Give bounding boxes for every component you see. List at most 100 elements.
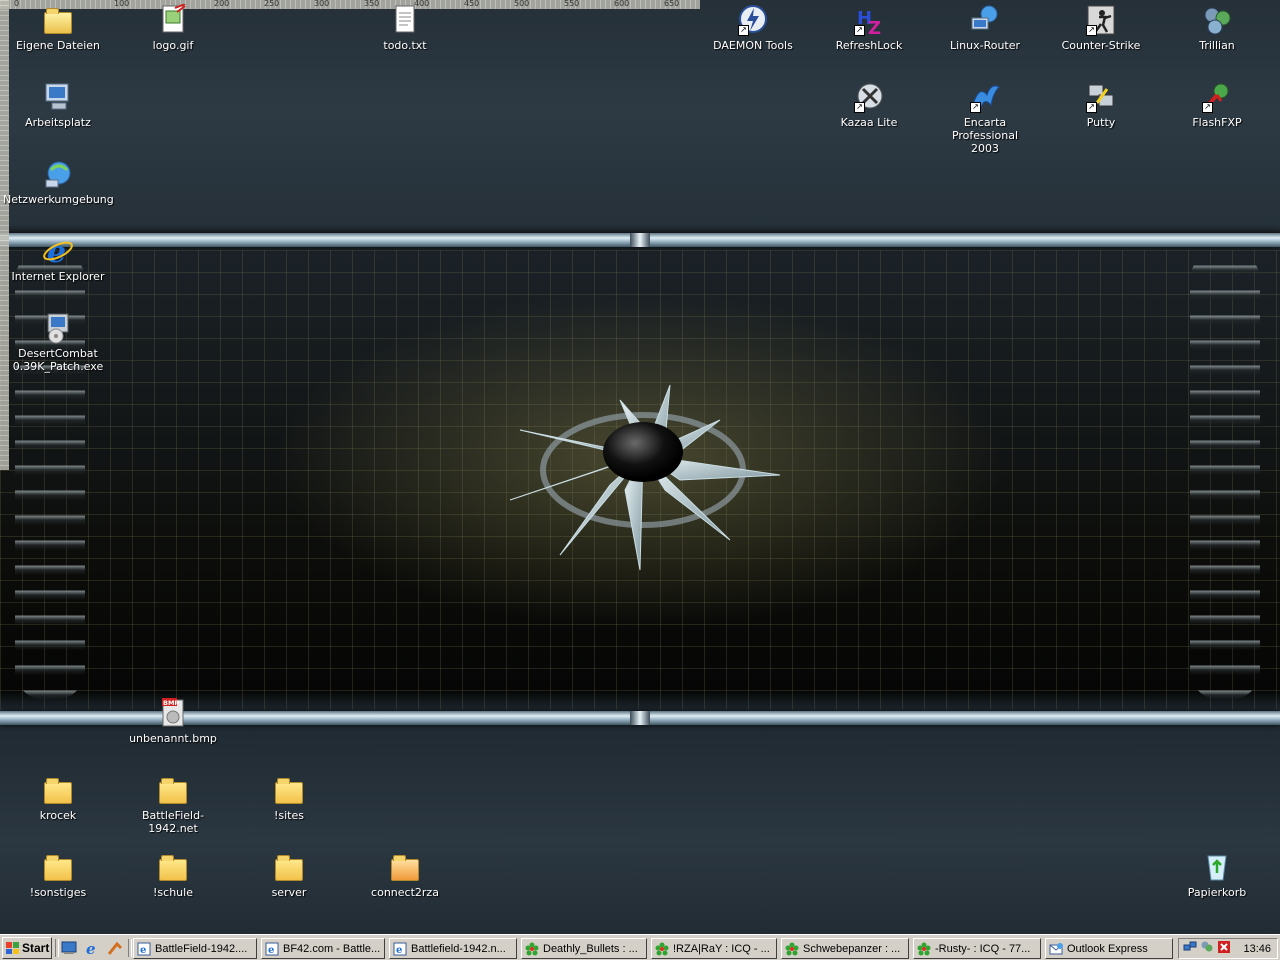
quicklaunch-internet-explorer-icon[interactable]: e	[83, 939, 101, 957]
outlook-express-icon	[1049, 942, 1063, 956]
icon-label: Encarta Professional 2003	[951, 116, 1019, 155]
shortcut-arrow-icon: ↗	[970, 102, 981, 113]
desktop-icon-eigene-dateien[interactable]: Eigene Dateien	[3, 3, 113, 52]
system-tray: 13:46	[1178, 938, 1278, 959]
tray-trillian-icon[interactable]	[1200, 940, 1214, 957]
icon-label: Papierkorb	[1187, 886, 1247, 899]
desktop-icon-putty[interactable]: ↗ Putty	[1046, 80, 1156, 129]
task-label: BattleField-1942....	[155, 942, 248, 955]
start-label: Start	[22, 941, 50, 955]
desktop-icon-server[interactable]: server	[234, 850, 344, 899]
desktop-icon-unbenannt-bmp[interactable]: BMP unbenannt.bmp	[118, 696, 228, 745]
desktop-icon-daemon-tools[interactable]: ↗ DAEMON Tools	[698, 3, 808, 52]
tray-network-icon[interactable]	[1183, 940, 1197, 957]
recycle-bin-icon	[1200, 850, 1234, 884]
taskbar-button-icq-rza-ray[interactable]: !RZA|RaY : ICQ - ...	[651, 938, 777, 959]
desktop-icon-battlefield-folder[interactable]: BattleField-1942.net	[118, 773, 228, 835]
internet-explorer-icon: e	[41, 234, 75, 268]
quicklaunch-flashfxp-icon[interactable]	[106, 939, 124, 957]
network-computer-icon	[968, 3, 1002, 37]
desktop-icon-kazaa-lite[interactable]: ↗ Kazaa Lite	[814, 80, 924, 129]
wallpaper-star-logo	[500, 380, 790, 580]
desktop-icon-flashfxp[interactable]: ↗ FlashFXP	[1162, 80, 1272, 129]
taskbar-clock[interactable]: 13:46	[1243, 943, 1271, 955]
desktop-icon-todo-txt[interactable]: todo.txt	[350, 3, 460, 52]
desktop-icon-trillian[interactable]: Trillian	[1162, 3, 1272, 52]
bitmap-file-icon: BMP	[156, 696, 190, 730]
icon-label: Netzwerkumgebung	[3, 193, 114, 206]
task-label: Deathly_Bullets : ...	[543, 942, 638, 955]
task-label: Outlook Express	[1067, 942, 1148, 955]
shortcut-arrow-icon: ↗	[1086, 102, 1097, 113]
desktop-icon-logo-gif[interactable]: logo.gif	[118, 3, 228, 52]
icq-flower-icon	[525, 942, 539, 956]
desktop-icon-internet-explorer[interactable]: e Internet Explorer	[3, 234, 113, 283]
flashfxp-icon: ↗	[1200, 80, 1234, 114]
icon-label: !schule	[153, 886, 193, 899]
browser-window-icon: e	[265, 942, 279, 956]
taskbar-button-outlook-express[interactable]: Outlook Express	[1045, 938, 1173, 959]
desktop-icon-desertcombat-patch[interactable]: DesertCombat 0.39K_Patch.exe	[3, 311, 113, 373]
task-label: Schwebepanzer : ...	[803, 942, 901, 955]
putty-icon: ↗	[1084, 80, 1118, 114]
folder-icon	[272, 850, 306, 884]
desktop-icon-arbeitsplatz[interactable]: Arbeitsplatz	[3, 80, 113, 129]
icon-label: Eigene Dateien	[15, 39, 101, 52]
desktop-icon-encarta[interactable]: ↗ Encarta Professional 2003	[930, 80, 1040, 155]
daemon-tools-icon: ↗	[736, 3, 770, 37]
desktop-icon-sonstiges[interactable]: !sonstiges	[3, 850, 113, 899]
wallpaper-spring-right	[1190, 250, 1260, 700]
folder-icon	[272, 773, 306, 807]
svg-text:e: e	[140, 945, 146, 956]
folder-icon	[41, 850, 75, 884]
task-label: Battlefield-1942.n...	[411, 942, 506, 955]
browser-window-icon: e	[393, 942, 407, 956]
desktop-icon-sites[interactable]: !sites	[234, 773, 344, 822]
wallpaper-metal-bar-top	[0, 233, 1280, 247]
taskbar-button-battlefield-1[interactable]: e BattleField-1942....	[133, 938, 257, 959]
taskbar-button-battlefield-2[interactable]: e Battlefield-1942.n...	[389, 938, 517, 959]
ruler-label: 550	[564, 0, 580, 8]
desktop-icon-papierkorb[interactable]: Papierkorb	[1162, 850, 1272, 899]
icon-label: Counter-Strike	[1061, 39, 1141, 52]
taskbar: Start e e BattleField-1942.... e BF42.co…	[0, 934, 1280, 960]
taskbar-button-bf42com[interactable]: e BF42.com - Battle...	[261, 938, 385, 959]
browser-window-icon: e	[137, 942, 151, 956]
ruler-label: 450	[464, 0, 480, 8]
folder-icon	[156, 773, 190, 807]
desktop-icon-linux-router[interactable]: Linux-Router	[930, 3, 1040, 52]
desktop-icon-schule[interactable]: !schule	[118, 850, 228, 899]
quicklaunch-show-desktop-icon[interactable]	[60, 939, 78, 957]
icon-label: RefreshLock	[835, 39, 903, 52]
text-file-icon	[388, 3, 422, 37]
icon-label: krocek	[39, 809, 77, 822]
icon-label: !sonstiges	[29, 886, 87, 899]
tray-antivirus-icon[interactable]	[1217, 940, 1231, 957]
encarta-icon: ↗	[968, 80, 1002, 114]
folder-icon	[156, 850, 190, 884]
desktop-icon-netzwerkumgebung[interactable]: Netzwerkumgebung	[3, 157, 114, 206]
shared-folder-icon	[388, 850, 422, 884]
icon-label: !sites	[273, 809, 304, 822]
trillian-icon	[1200, 3, 1234, 37]
desktop-icon-counter-strike[interactable]: ↗ Counter-Strike	[1046, 3, 1156, 52]
taskbar-button-icq-deathly-bullets[interactable]: Deathly_Bullets : ...	[521, 938, 647, 959]
taskbar-button-icq-schwebepanzer[interactable]: Schwebepanzer : ...	[781, 938, 909, 959]
desktop-icon-refreshlock[interactable]: HZ ↗ RefreshLock	[814, 3, 924, 52]
icq-flower-icon	[655, 942, 669, 956]
counter-strike-icon: ↗	[1084, 3, 1118, 37]
kazaa-icon: ↗	[852, 80, 886, 114]
svg-text:e: e	[268, 945, 274, 956]
taskbar-separator	[55, 939, 59, 957]
icon-label: DAEMON Tools	[713, 39, 793, 52]
image-file-icon	[156, 3, 190, 37]
taskbar-button-icq-rusty[interactable]: -Rusty- : ICQ - 77...	[913, 938, 1041, 959]
desktop[interactable]: 0 100 200 250 300 350 400 450 500 550 60…	[0, 0, 1280, 934]
ruler-label: 500	[514, 0, 530, 8]
desktop-icon-connect2rza[interactable]: connect2rza	[350, 850, 460, 899]
svg-text:e: e	[396, 945, 402, 956]
start-button[interactable]: Start	[2, 937, 52, 959]
icon-label: unbenannt.bmp	[129, 732, 217, 745]
icq-flower-icon	[785, 942, 799, 956]
desktop-icon-krocek[interactable]: krocek	[3, 773, 113, 822]
